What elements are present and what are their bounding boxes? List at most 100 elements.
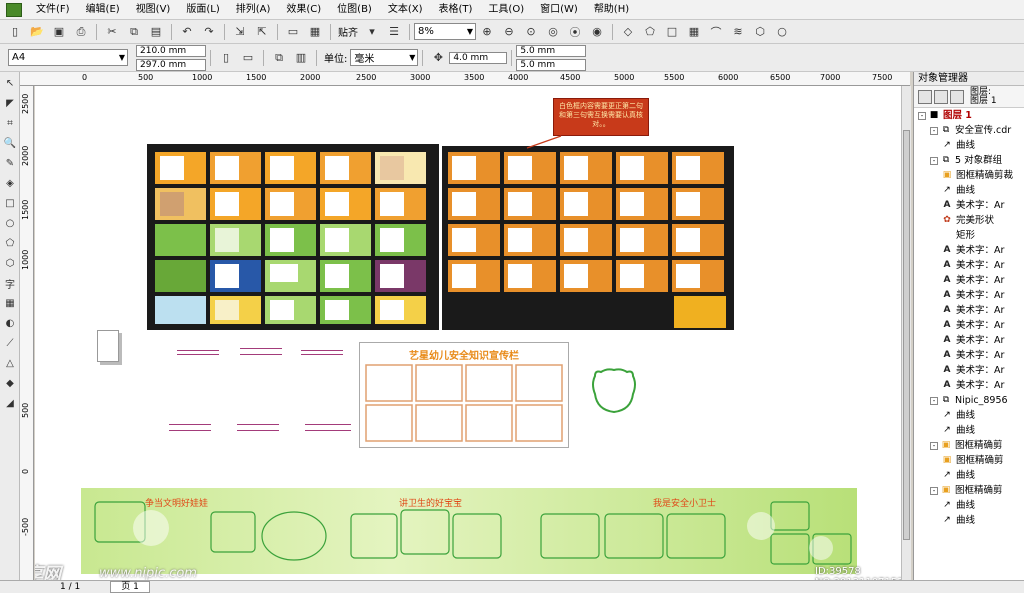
text-tool-icon[interactable]: 字 [1, 274, 19, 292]
node-icon[interactable]: ◇ [619, 23, 637, 41]
envelope-icon[interactable]: ⬠ [641, 23, 659, 41]
tree-item[interactable]: A 美术字：Ar [914, 378, 1024, 393]
zoom-height-icon[interactable]: ◉ [588, 23, 606, 41]
tree-item[interactable]: ↗ 曲线 [914, 408, 1024, 423]
rectangle-icon[interactable]: □ [663, 23, 681, 41]
current-page-icon[interactable]: ▥ [292, 49, 310, 67]
tree-item[interactable]: ▣ 图框精确剪裁 [914, 168, 1024, 183]
pick-tool-icon[interactable]: ↖ [1, 74, 19, 92]
tree-item[interactable]: - ■ 图层 1 [914, 108, 1024, 123]
bezier-icon[interactable]: ⌒ [707, 23, 725, 41]
tree-item[interactable]: ↗ 曲线 [914, 423, 1024, 438]
import-icon[interactable]: ⇲ [231, 23, 249, 41]
ellipse-tool-icon[interactable]: ○ [1, 214, 19, 232]
unit-select[interactable]: 毫米 ▼ [350, 49, 419, 66]
save-icon[interactable]: ▣ [50, 23, 68, 41]
tree-item[interactable]: A 美术字：Ar [914, 243, 1024, 258]
page-height-field[interactable]: 297.0 mm [136, 58, 206, 71]
page-thumbnail[interactable] [97, 330, 119, 362]
expand-toggle-icon[interactable]: - [930, 126, 938, 135]
tree-item[interactable]: - ⧉ Nipic_8956 [914, 393, 1024, 408]
eyedropper-tool-icon[interactable]: ⟋ [1, 334, 19, 352]
zoom-tool-icon[interactable]: 🔍 [1, 134, 19, 152]
menu-view[interactable]: 视图(V) [128, 0, 179, 20]
expand-toggle-icon[interactable]: - [918, 111, 926, 120]
menu-file[interactable]: 文件(F) [28, 0, 78, 20]
rectangle-tool-icon[interactable]: □ [1, 194, 19, 212]
tree-item[interactable]: - ⧉ 5 对象群组 [914, 153, 1024, 168]
shape-tool-icon[interactable]: ◤ [1, 94, 19, 112]
green-badge-shape[interactable] [587, 366, 641, 416]
zoom-width-icon[interactable]: ⦿ [566, 23, 584, 41]
welcome-icon[interactable]: ▦ [306, 23, 324, 41]
table-tool-icon[interactable]: ▦ [1, 294, 19, 312]
blend-tool-icon[interactable]: ◐ [1, 314, 19, 332]
snap-label[interactable]: 贴齐 [338, 24, 358, 39]
landscape-icon[interactable]: ▭ [239, 49, 257, 67]
zoom-fit-icon[interactable]: ⊙ [522, 23, 540, 41]
expand-toggle-icon[interactable]: - [930, 441, 938, 450]
page-tab[interactable]: 页 1 [110, 581, 150, 593]
zoom-select[interactable]: 8% ▼ [414, 23, 476, 40]
safety-poster[interactable]: 艺星幼儿安全知识宣传栏 [359, 342, 569, 448]
menu-effects[interactable]: 效果(C) [278, 0, 329, 20]
menu-edit[interactable]: 编辑(E) [78, 0, 128, 20]
menu-window[interactable]: 窗口(W) [532, 0, 586, 20]
undo-icon[interactable]: ↶ [178, 23, 196, 41]
options-icon[interactable]: ☰ [385, 23, 403, 41]
launcher-icon[interactable]: ▭ [284, 23, 302, 41]
basic-shapes-icon[interactable]: ⬡ [1, 254, 19, 272]
zoom-out-icon[interactable]: ⊖ [500, 23, 518, 41]
tree-item[interactable]: A 美术字：Ar [914, 333, 1024, 348]
tree-item[interactable]: ↗ 曲线 [914, 513, 1024, 528]
tree-item[interactable]: - ⧉ 安全宣传.cdr [914, 123, 1024, 138]
crop-tool-icon[interactable]: ⌗ [1, 114, 19, 132]
tree-item[interactable]: ↗ 曲线 [914, 183, 1024, 198]
paper-size-select[interactable]: A4 ▼ [8, 49, 128, 66]
menu-table[interactable]: 表格(T) [431, 0, 481, 20]
portrait-icon[interactable]: ▯ [217, 49, 235, 67]
tree-item[interactable]: ↗ 曲线 [914, 138, 1024, 153]
interactive-fill-icon[interactable]: ◢ [1, 394, 19, 412]
copy-icon[interactable]: ⧉ [125, 23, 143, 41]
grid-icon[interactable]: ▦ [685, 23, 703, 41]
new-icon[interactable]: ▯ [6, 23, 24, 41]
menu-tools[interactable]: 工具(O) [480, 0, 532, 20]
tree-item[interactable]: A 美术字：Ar [914, 258, 1024, 273]
cube-icon[interactable]: ⬡ [751, 23, 769, 41]
tree-item[interactable]: A 美术字：Ar [914, 198, 1024, 213]
tree-item[interactable]: A 美术字：Ar [914, 273, 1024, 288]
scrollbar-thumb[interactable] [903, 130, 910, 540]
circle-icon[interactable]: ○ [773, 23, 791, 41]
zoom-page-icon[interactable]: ◎ [544, 23, 562, 41]
expand-toggle-icon[interactable]: - [930, 396, 938, 405]
tree-item[interactable]: A 美术字：Ar [914, 288, 1024, 303]
fill-tool-icon[interactable]: ◆ [1, 374, 19, 392]
nudge-field[interactable]: 4.0 mm [449, 51, 508, 64]
outline-tool-icon[interactable]: △ [1, 354, 19, 372]
freehand-tool-icon[interactable]: ✎ [1, 154, 19, 172]
menu-bitmaps[interactable]: 位图(B) [329, 0, 380, 20]
tree-item[interactable]: A 美术字：Ar [914, 363, 1024, 378]
dup-x-field[interactable]: 5.0 mm [516, 44, 587, 57]
all-pages-icon[interactable]: ⧉ [270, 49, 288, 67]
poster-grid-left[interactable] [147, 144, 439, 330]
vertical-scrollbar[interactable] [901, 86, 911, 580]
tree-item[interactable]: 矩形 [914, 228, 1024, 243]
show-props-icon[interactable] [918, 89, 932, 104]
open-icon[interactable]: 📂 [28, 23, 46, 41]
expand-toggle-icon[interactable]: - [930, 486, 938, 495]
dup-y-field[interactable]: 5.0 mm [516, 58, 587, 71]
cut-icon[interactable]: ✂ [103, 23, 121, 41]
print-icon[interactable]: ⎙ [72, 23, 90, 41]
redo-icon[interactable]: ↷ [200, 23, 218, 41]
green-banner[interactable]: 争当文明好娃娃 讲卫生的好宝宝 我是安全小卫士 [81, 488, 857, 574]
tree-item[interactable]: A 美术字：Ar [914, 348, 1024, 363]
zoom-in-icon[interactable]: ⊕ [478, 23, 496, 41]
vertical-ruler[interactable]: 2500 2000 1500 1000 500 0 -500 [20, 86, 34, 580]
page-counter[interactable]: 1 / 1 [60, 582, 80, 592]
menu-arrange[interactable]: 排列(A) [228, 0, 279, 20]
edit-across-layers-icon[interactable] [934, 89, 948, 104]
horizontal-ruler[interactable]: 0 500 1000 1500 2000 2500 3000 3500 4000… [20, 72, 910, 86]
layer-manager-icon[interactable] [950, 89, 964, 104]
